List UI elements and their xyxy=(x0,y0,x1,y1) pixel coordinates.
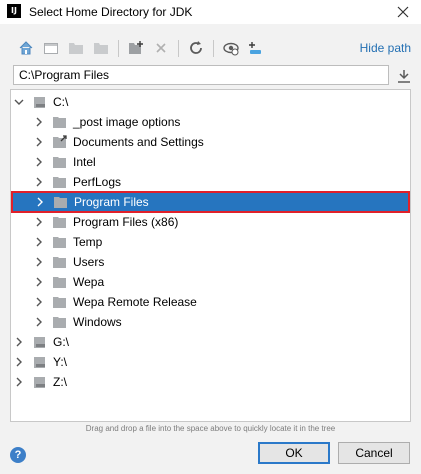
refresh-icon[interactable] xyxy=(187,39,205,57)
directory-tree[interactable]: C:\ _post image options Documents and Sett… xyxy=(10,89,411,422)
tree-item-label: Documents and Settings xyxy=(73,135,204,149)
tree-item-label: Program Files (x86) xyxy=(73,215,179,229)
tree-item-label: G:\ xyxy=(53,335,70,349)
tree-item-label: Wepa Remote Release xyxy=(73,295,197,309)
chevron-right-icon[interactable] xyxy=(33,176,45,188)
tree-folder-row[interactable]: Program Files (x86) xyxy=(11,212,410,232)
folder-icon xyxy=(53,255,69,269)
folder-icon xyxy=(53,175,69,189)
folder-icon xyxy=(53,315,69,329)
folder-icon xyxy=(53,235,69,249)
toolbar-separator xyxy=(118,40,119,57)
tree-item-label: Program Files xyxy=(74,195,149,209)
toolbar: Hide path xyxy=(0,33,421,63)
drive-icon xyxy=(33,355,49,369)
tree-item-label: Wepa xyxy=(73,275,105,289)
tree-item-label: Y:\ xyxy=(53,355,68,369)
folder-icon xyxy=(53,295,69,309)
tree-drive-row[interactable]: G:\ xyxy=(11,332,410,352)
chevron-right-icon[interactable] xyxy=(33,236,45,248)
tree-folder-row[interactable]: Documents and Settings xyxy=(11,132,410,152)
chevron-right-icon[interactable] xyxy=(33,296,45,308)
tree-item-label: Temp xyxy=(73,235,103,249)
tree-item-label: Users xyxy=(73,255,105,269)
tree-folder-row[interactable]: PerfLogs xyxy=(11,172,410,192)
title-bar: IJ Select Home Directory for JDK xyxy=(0,0,421,24)
tree-folder-row[interactable]: Users xyxy=(11,252,410,272)
download-icon[interactable] xyxy=(395,67,413,85)
cancel-button[interactable]: Cancel xyxy=(338,442,410,464)
tree-item-label: PerfLogs xyxy=(73,175,122,189)
tree-drive-row[interactable]: C:\ xyxy=(11,92,410,112)
drive-icon xyxy=(33,95,49,109)
tree-folder-row[interactable]: Wepa Remote Release xyxy=(11,292,410,312)
folder-icon xyxy=(53,215,69,229)
folder-link-icon xyxy=(53,135,69,149)
path-input[interactable]: C:\Program Files xyxy=(13,65,389,85)
drive-icon xyxy=(33,375,49,389)
chevron-right-icon[interactable] xyxy=(33,276,45,288)
toolbar-separator xyxy=(178,40,179,57)
folder-icon xyxy=(53,275,69,289)
tree-item-label: Intel xyxy=(73,155,96,169)
tree-folder-row[interactable]: Wepa xyxy=(11,272,410,292)
ok-button[interactable]: OK xyxy=(258,442,330,464)
collapse-all-icon[interactable] xyxy=(246,39,264,57)
tree-item-label: Windows xyxy=(73,315,122,329)
chevron-right-icon[interactable] xyxy=(13,376,25,388)
close-icon[interactable] xyxy=(393,2,413,22)
tree-drive-row[interactable]: Z:\ xyxy=(11,372,410,392)
chevron-right-icon[interactable] xyxy=(33,216,45,228)
folder-icon xyxy=(53,115,69,129)
chevron-right-icon[interactable] xyxy=(33,156,45,168)
help-button[interactable]: ? xyxy=(10,447,26,463)
chevron-right-icon[interactable] xyxy=(33,136,45,148)
chevron-right-icon[interactable] xyxy=(33,256,45,268)
folder-icon xyxy=(53,155,69,169)
home-directory-icon[interactable] xyxy=(17,39,35,57)
tree-folder-row[interactable]: Program Files xyxy=(11,191,410,213)
folder-icon xyxy=(54,195,70,209)
tree-folder-row[interactable]: Temp xyxy=(11,232,410,252)
tree-item-label: C:\ xyxy=(53,95,69,109)
tree-folder-row[interactable]: Intel xyxy=(11,152,410,172)
drive-icon xyxy=(33,335,49,349)
chevron-down-icon[interactable] xyxy=(13,96,25,108)
show-hidden-files-icon[interactable] xyxy=(222,39,240,57)
desktop-icon[interactable] xyxy=(42,39,60,57)
new-folder-icon[interactable] xyxy=(127,39,145,57)
hide-path-link[interactable]: Hide path xyxy=(360,41,411,55)
tree-folder-row[interactable]: Windows xyxy=(11,312,410,332)
module-directory-icon[interactable] xyxy=(92,39,110,57)
chevron-right-icon[interactable] xyxy=(13,356,25,368)
chevron-right-icon[interactable] xyxy=(33,116,45,128)
drag-drop-hint: Drag and drop a file into the space abov… xyxy=(85,424,336,433)
project-directory-icon[interactable] xyxy=(67,39,85,57)
window-title: Select Home Directory for JDK xyxy=(29,5,193,19)
tree-drive-row[interactable]: Y:\ xyxy=(11,352,410,372)
intellij-app-icon: IJ xyxy=(7,4,21,18)
tree-item-label: Z:\ xyxy=(53,375,67,389)
delete-icon[interactable] xyxy=(152,39,170,57)
toolbar-separator xyxy=(213,40,214,57)
tree-item-label: _post image options xyxy=(73,115,181,129)
chevron-right-icon[interactable] xyxy=(13,336,25,348)
tree-folder-row[interactable]: _post image options xyxy=(11,112,410,132)
chevron-right-icon[interactable] xyxy=(33,316,45,328)
chevron-right-icon[interactable] xyxy=(34,196,46,208)
